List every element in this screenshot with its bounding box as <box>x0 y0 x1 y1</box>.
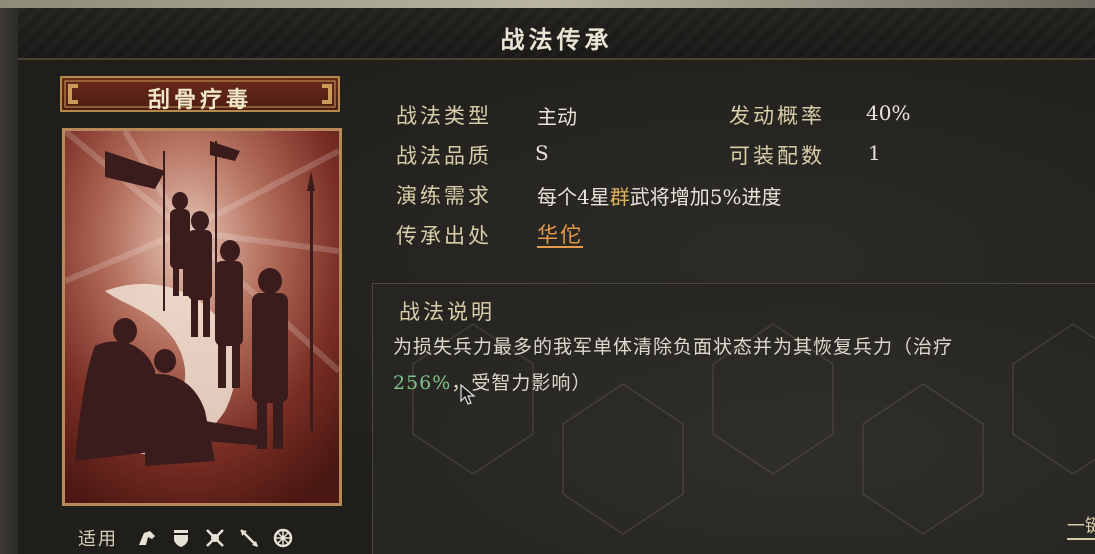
frame-left-edge <box>0 0 20 554</box>
skill-type-label: 战法类型 <box>396 104 492 128</box>
drill-requirement-value: 每个4星群武将增加5%进度 <box>537 181 781 210</box>
top-strip <box>0 0 1095 8</box>
equip-count-label: 可装配数 <box>729 144 825 168</box>
applicable-troops: 适用 <box>78 524 294 552</box>
window-title: 战法传承 <box>500 25 613 54</box>
drill-prefix: 每个4星 <box>537 185 610 209</box>
crossed-bows-icon <box>204 527 226 549</box>
trigger-rate-value: 40% <box>866 101 911 125</box>
description-box: 战法说明 为损失兵力最多的我军单体清除负面状态并为其恢复兵力（治疗 256%，受… <box>372 283 1095 554</box>
wheel-icon <box>272 527 294 549</box>
equip-count-value: 1 <box>868 141 881 165</box>
mouse-cursor-icon <box>460 384 476 405</box>
applicable-label: 适用 <box>78 529 118 550</box>
window-frame: 战法传承 刮骨疗毒 适用 战法类型 主动 发动概率 40% 战法品质 S 可装配… <box>0 0 1095 554</box>
skill-name: 刮骨疗毒 <box>147 87 252 113</box>
description-title: 战法说明 <box>399 300 495 324</box>
inherit-source-link[interactable]: 华佗 <box>537 219 583 249</box>
skill-quality-value: S <box>535 141 549 165</box>
description-text-line2: 256%，受智力影响） <box>393 368 591 395</box>
drill-suffix: 武将增加5%进度 <box>629 185 782 209</box>
shield-icon <box>170 527 192 549</box>
title-bar: 战法传承 <box>18 8 1095 60</box>
skill-name-plate: 刮骨疗毒 <box>60 76 340 113</box>
trigger-rate-label: 发动概率 <box>729 104 825 128</box>
spear-icon <box>238 527 260 549</box>
inherit-source-label: 传承出处 <box>396 224 492 248</box>
cavalry-icon <box>136 527 158 549</box>
drill-faction: 群 <box>609 185 630 209</box>
skill-type-value: 主动 <box>537 105 577 129</box>
drill-requirement-label: 演练需求 <box>396 184 492 208</box>
surgery-scene-illustration <box>65 131 339 503</box>
corner-action-link[interactable]: 一键 <box>1067 512 1095 540</box>
skill-card-art <box>62 128 342 506</box>
heal-percent: 256% <box>393 372 452 394</box>
description-text-line1: 为损失兵力最多的我军单体清除负面状态并为其恢复兵力（治疗 <box>393 336 954 358</box>
skill-quality-label: 战法品质 <box>396 144 492 168</box>
